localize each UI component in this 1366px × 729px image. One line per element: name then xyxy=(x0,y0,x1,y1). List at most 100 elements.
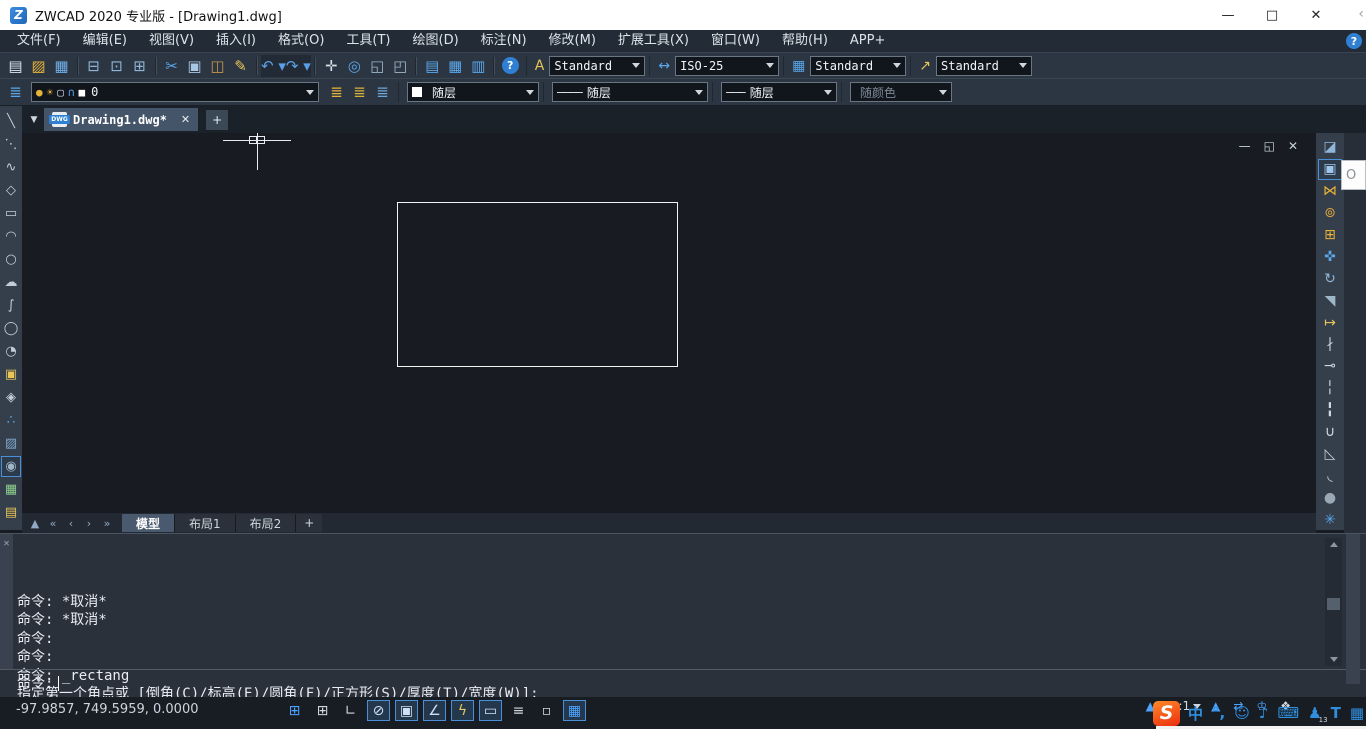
close-button[interactable]: ✕ xyxy=(1294,0,1338,30)
menu-insert[interactable]: 插入(I) xyxy=(205,30,267,52)
layout-last[interactable]: » xyxy=(98,514,116,532)
create-block-tool[interactable]: ◈ xyxy=(1,387,21,408)
chamfer-tool[interactable]: ◺ xyxy=(1318,443,1342,464)
tab-list-button[interactable]: ▼ xyxy=(26,111,42,129)
menu-draw[interactable]: 绘图(D) xyxy=(402,30,470,52)
properties-palette-button[interactable]: ▤ xyxy=(421,55,444,77)
format-painter-button[interactable]: ✎ xyxy=(229,55,252,77)
ime-skin-icon[interactable]: T xyxy=(1331,704,1341,722)
array-tool[interactable]: ⊞ xyxy=(1318,225,1342,246)
menu-format[interactable]: 格式(O) xyxy=(267,30,335,52)
menu-edit[interactable]: 编辑(E) xyxy=(72,30,138,52)
menu-window[interactable]: 窗口(W) xyxy=(700,30,771,52)
extend-tool[interactable]: ⊸ xyxy=(1318,356,1342,377)
chevron-down-icon[interactable] xyxy=(766,63,775,68)
toolbar-flyout[interactable]: O xyxy=(1341,160,1366,190)
toolbar-button[interactable] xyxy=(412,55,421,77)
menu-view[interactable]: 视图(V) xyxy=(138,30,205,52)
construction-line-tool[interactable]: ⋱ xyxy=(1,134,21,155)
command-scrollbar[interactable] xyxy=(1325,538,1342,666)
chevron-down-icon[interactable] xyxy=(824,89,832,95)
tab-drawing1[interactable]: DWG Drawing1.dwg* ✕ xyxy=(44,108,199,131)
menu-help[interactable]: 帮助(H) xyxy=(771,30,839,52)
plot-preview-button[interactable]: ⊡ xyxy=(105,55,128,77)
table-style-combo[interactable]: Standard xyxy=(810,55,907,76)
layers-manager-button[interactable]: ≣ xyxy=(4,81,27,103)
donut-tool[interactable]: ◉ xyxy=(1,456,21,477)
redo-button[interactable]: ↷ ▾ xyxy=(285,54,311,77)
move-tool[interactable]: ✜ xyxy=(1318,246,1342,267)
mdi-restore-button[interactable]: ◱ xyxy=(1264,139,1275,153)
drawn-rectangle[interactable] xyxy=(397,202,678,367)
rotate-tool[interactable]: ↻ xyxy=(1318,268,1342,289)
chevron-down-icon[interactable] xyxy=(526,89,534,95)
help-button[interactable]: ? xyxy=(501,57,519,74)
undo-button[interactable]: ↶ ▾ xyxy=(261,54,286,77)
dim-style-combo[interactable]: ISO-25 xyxy=(675,55,780,76)
otrack-toggle[interactable]: ∠ xyxy=(423,700,446,721)
sogou-logo-icon[interactable]: S xyxy=(1153,700,1181,726)
menu-dimension[interactable]: 标注(N) xyxy=(470,30,538,52)
mdi-close-button[interactable]: ✕ xyxy=(1288,139,1298,153)
zoom-previous-button[interactable]: ◰ xyxy=(389,55,412,77)
chevron-down-icon[interactable] xyxy=(632,63,641,68)
lineweight-combo[interactable]: ——— 随层 xyxy=(721,82,837,102)
layer-combo[interactable]: ● ☀ ▢ ∩ ■ 0 xyxy=(31,82,319,102)
ellipse-arc-tool[interactable]: ◔ xyxy=(1,341,21,362)
plotstyle-combo[interactable]: 随颜色 xyxy=(850,82,952,102)
toolbar-button[interactable] xyxy=(252,55,261,77)
copy-button[interactable]: ▣ xyxy=(183,55,206,77)
dynamic-input-toggle[interactable]: ϟ xyxy=(451,700,474,721)
layer-states-button[interactable]: ≣ xyxy=(371,81,394,103)
chevron-down-icon[interactable] xyxy=(306,89,314,95)
blend-tool[interactable]: ● xyxy=(1318,487,1342,508)
explode-tool[interactable]: ✳ xyxy=(1318,509,1342,530)
pan-button[interactable]: ✛ xyxy=(320,55,343,77)
insert-block-tool[interactable]: ▣ xyxy=(1,364,21,385)
break-tool[interactable]: ╏ xyxy=(1318,400,1342,421)
scroll-down-icon[interactable] xyxy=(1329,657,1338,662)
zoom-window-button[interactable]: ◱ xyxy=(366,55,389,77)
mleader-style-combo[interactable]: Standard xyxy=(936,55,1033,76)
layer-thaw-icon[interactable]: ☀ xyxy=(47,86,54,99)
toolbar-button[interactable] xyxy=(490,55,499,77)
menu-tools[interactable]: 工具(T) xyxy=(335,30,401,52)
new-tab-button[interactable]: + xyxy=(206,109,229,130)
osnap-toggle[interactable]: ▣ xyxy=(395,700,418,721)
grid-toggle[interactable]: ⊞ xyxy=(311,700,334,721)
tab-layout2[interactable]: 布局2 xyxy=(235,514,297,532)
ime-emoji-icon[interactable]: ☺ xyxy=(1234,704,1250,722)
scrollbar-thumb[interactable] xyxy=(1327,598,1340,610)
designcenter-button[interactable]: ▦ xyxy=(444,55,467,77)
polyline-tool[interactable]: ∿ xyxy=(1,157,21,178)
tab-model[interactable]: 模型 xyxy=(122,514,176,532)
ellipse-tool[interactable]: ◯ xyxy=(1,318,21,339)
snap-toggle[interactable]: ⊞ xyxy=(283,700,306,721)
ime-toolbox-icon[interactable]: ▦ xyxy=(1350,704,1364,722)
close-icon[interactable]: ✕ xyxy=(3,538,9,549)
lineweight-toggle[interactable]: ▭ xyxy=(479,700,502,721)
menu-express-tools[interactable]: 扩展工具(X) xyxy=(607,30,700,52)
chevron-down-icon[interactable] xyxy=(893,63,902,68)
color-combo[interactable]: 随层 xyxy=(407,82,539,102)
scale-tool[interactable]: ◥ xyxy=(1318,290,1342,311)
ime-voice-icon[interactable]: ♪ xyxy=(1259,704,1269,722)
revision-cloud-tool[interactable]: ☁ xyxy=(1,272,21,293)
help-icon[interactable]: ? xyxy=(1346,33,1362,49)
offset-tool[interactable]: ⊚ xyxy=(1318,203,1342,224)
layout-next[interactable]: › xyxy=(80,514,98,532)
toolbar-button[interactable] xyxy=(151,55,160,77)
mdi-minimize-button[interactable]: — xyxy=(1239,139,1251,153)
layer-on-icon[interactable]: ● xyxy=(36,86,43,99)
text-style-combo[interactable]: Standard xyxy=(549,55,646,76)
join-tool[interactable]: ∪ xyxy=(1318,422,1342,443)
open-file-button[interactable]: ▨ xyxy=(27,55,50,77)
model-space-toggle[interactable]: ▦ xyxy=(563,700,586,721)
quick-properties-toggle[interactable]: ≡ xyxy=(507,700,530,721)
rectangle-tool[interactable]: ▭ xyxy=(1,203,21,224)
linetype-combo[interactable]: ———— 随层 xyxy=(552,82,708,102)
stretch-tool[interactable]: ↦ xyxy=(1318,312,1342,333)
maximize-button[interactable]: □ xyxy=(1250,0,1294,30)
erase-tool[interactable]: ◪ xyxy=(1318,137,1342,158)
copy-tool[interactable]: ▣ xyxy=(1318,158,1342,180)
